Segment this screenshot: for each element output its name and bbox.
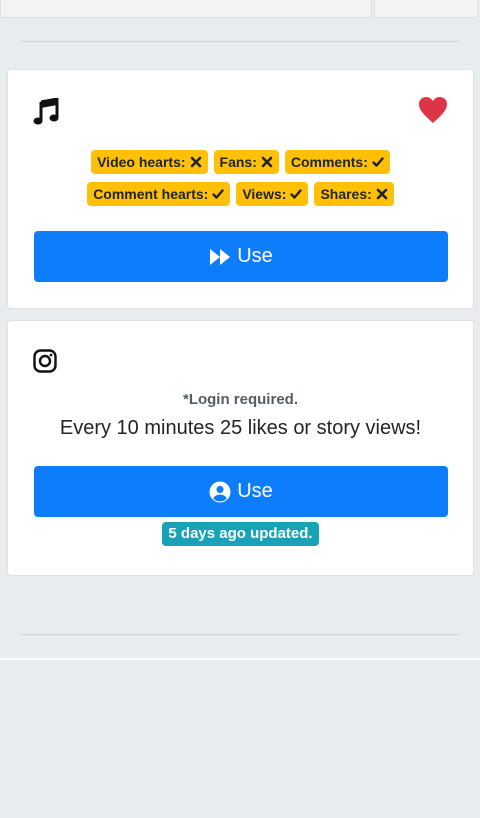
updated-badge-wrap: 5 days ago updated.: [8, 522, 473, 546]
check-icon: [372, 157, 384, 167]
x-icon: [376, 188, 388, 200]
badge-video-hearts: Video hearts:: [91, 150, 208, 174]
updated-badge: 5 days ago updated.: [162, 522, 319, 546]
instagram-icon: [33, 349, 57, 373]
instagram-service-card: *Login required. Every 10 minutes 25 lik…: [7, 320, 474, 576]
use-button-label: Use: [237, 245, 273, 267]
divider-top: [20, 41, 460, 42]
tiktok-use-button[interactable]: Use: [34, 231, 448, 282]
badge-row-1: Video hearts: Fans: Comments:: [8, 150, 473, 174]
tiktok-service-card: Video hearts: Fans: Comments: Comment he…: [7, 69, 474, 309]
check-icon: [290, 189, 303, 199]
badge-views: Views:: [236, 182, 309, 206]
top-input-stub: [0, 0, 372, 18]
top-strip: [0, 0, 480, 20]
heart-icon[interactable]: [418, 96, 448, 124]
top-button-stub: [374, 0, 478, 18]
badge-comments: Comments:: [284, 150, 390, 174]
use-button-label: Use: [237, 480, 273, 502]
badge-comment-hearts: Comment hearts:: [87, 182, 231, 206]
badge-row-2: Comment hearts: Views: Shares:: [8, 182, 473, 206]
fast-forward-icon: [210, 248, 231, 265]
divider-bottom: [20, 634, 460, 635]
music-note-icon: [33, 98, 59, 125]
instagram-use-button[interactable]: Use: [34, 466, 448, 517]
x-icon: [261, 156, 273, 168]
badge-shares: Shares:: [314, 182, 394, 206]
service-description: Every 10 minutes 25 likes or story views…: [59, 417, 422, 439]
check-icon: [212, 189, 225, 199]
user-circle-icon: [209, 481, 231, 502]
x-icon: [190, 156, 201, 168]
login-required-note: *Login required.: [182, 391, 298, 408]
footer-area: [0, 660, 480, 818]
badge-fans: Fans:: [213, 150, 279, 174]
